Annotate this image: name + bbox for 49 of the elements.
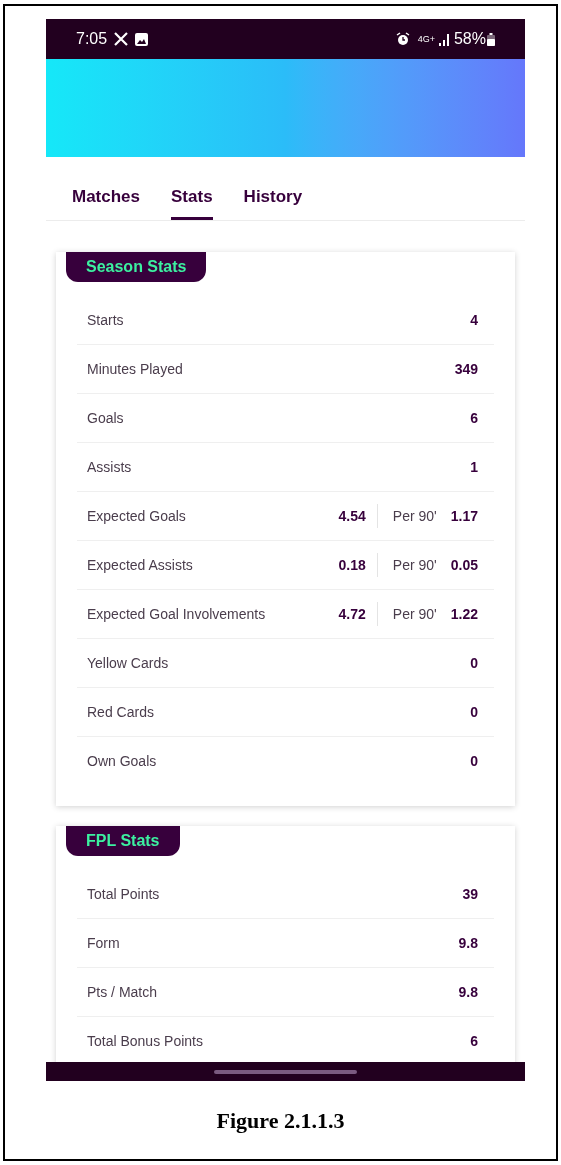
battery-icon [487,32,495,46]
tab[interactable]: Matches [72,178,141,220]
stat-value: 9.8 [458,933,478,953]
status-time: 7:05 [76,29,108,49]
stat-value: 4.72 [338,604,366,624]
stat-label: Expected Assists [87,555,194,575]
stat-label: Total Bonus Points [87,1032,204,1051]
stat-value: 6 [470,1032,478,1051]
stat-label: Starts [87,310,125,330]
tab[interactable]: Stats [171,178,213,220]
stat-label: Minutes Played [87,359,184,379]
stat-label: Own Goals [87,752,158,771]
stat-value: 4 [470,310,478,330]
stat-label: Pts / Match [87,982,159,1002]
image-icon [134,31,150,47]
per-90-value: 1.17 [450,506,478,526]
stat-value: 0 [470,752,478,771]
figure-caption: Figure 2.1.1.3 [216,1106,345,1135]
per-90-value: 1.22 [450,604,478,624]
signal-icon [438,32,451,46]
stat-label: Expected Goal Involvements [87,604,267,624]
stat-label: Yellow Cards [87,653,170,673]
stat-value: 0.18 [338,555,366,575]
home-handle[interactable] [214,1069,357,1074]
x-icon [113,31,130,47]
per-90-label: Per 90' [376,553,437,577]
battery-percent: 58% [453,29,486,49]
per-90-value: 0.05 [450,555,478,575]
stat-label: Goals [87,408,125,428]
stat-value: 1 [470,457,478,477]
stat-label: Assists [87,457,133,477]
network-type: 4G+ [417,34,435,44]
per-90-label: Per 90' [376,504,437,528]
stat-value: 0 [470,702,478,722]
stat-label: Red Cards [87,702,155,722]
section-title: FPL Stats [66,826,180,856]
alarm-icon [395,32,410,46]
per-90-label: Per 90' [376,602,437,626]
stat-value: 349 [454,359,478,379]
stat-label: Form [87,933,121,953]
stat-value: 0 [470,653,478,673]
stat-label: Total Points [87,884,161,904]
section-title: Season Stats [66,252,207,282]
stat-value: 6 [470,408,478,428]
stat-label: Expected Goals [87,506,187,526]
tab[interactable]: History [243,178,303,220]
stat-value: 9.8 [458,982,478,1002]
stat-value: 4.54 [338,506,366,526]
stat-value: 39 [462,884,478,904]
